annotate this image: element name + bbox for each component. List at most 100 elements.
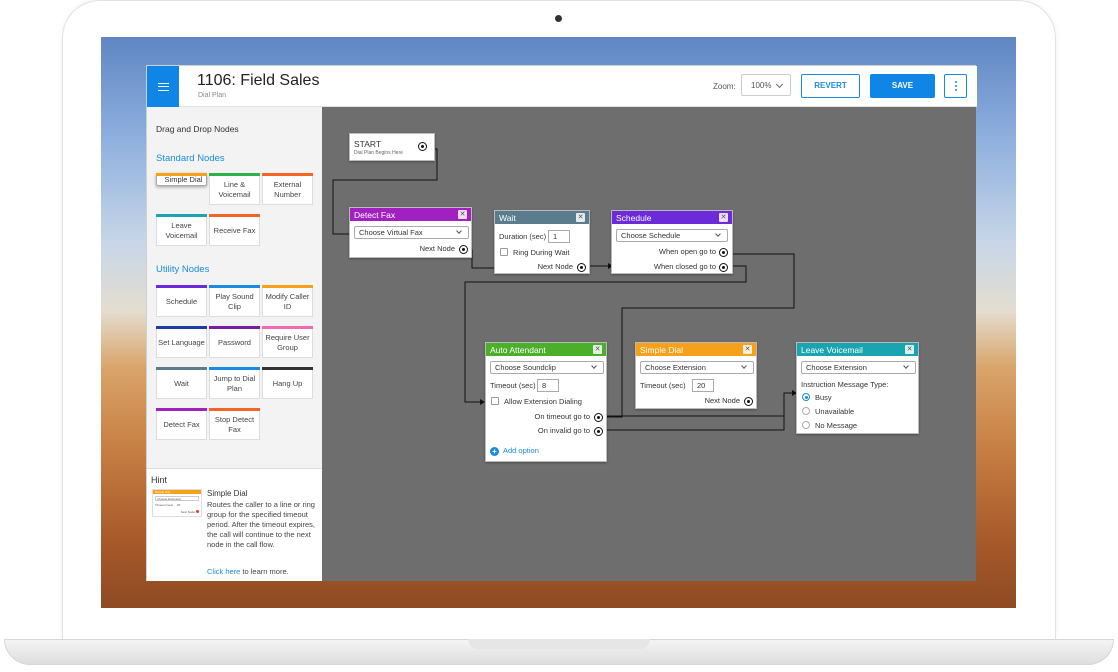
palette-tile-modify-caller-id[interactable]: Modify Caller ID	[262, 285, 313, 317]
hint-preview-timeout-value: 20	[177, 503, 181, 507]
radio-busy[interactable]	[802, 393, 810, 401]
add-option-button[interactable]: + Add option	[490, 446, 539, 456]
palette-tile-schedule[interactable]: Schedule	[156, 285, 207, 317]
close-icon[interactable]: ✕	[905, 345, 914, 354]
flow-canvas[interactable]: START Dial Plan Begins Here Detect Fax ✕ …	[322, 107, 976, 581]
radio-no-message[interactable]	[802, 421, 810, 429]
hint-description: Routes the caller to a line or ring grou…	[207, 500, 315, 549]
sd-next-label: Next Node	[704, 396, 740, 405]
wait-duration-input[interactable]: 1	[548, 230, 570, 243]
palette-tile-label: Hang Up	[272, 379, 303, 388]
palette-tile-wait[interactable]: Wait	[156, 367, 207, 399]
utility-nodes-title: Utility Nodes	[156, 264, 210, 275]
virtual-fax-select-value: Choose Virtual Fax	[359, 228, 423, 237]
aa-on-timeout-port-icon[interactable]	[594, 413, 603, 422]
chevron-down-icon	[775, 80, 784, 89]
voicemail-extension-value: Choose Extension	[806, 363, 867, 372]
start-title: START	[354, 139, 382, 149]
close-icon[interactable]: ✕	[593, 345, 602, 354]
allow-extension-dialing-checkbox[interactable]	[491, 397, 499, 405]
palette-tile-simple-dial[interactable]: Simple Dial	[156, 173, 207, 186]
sd-timeout-label: Timeout (sec)	[640, 381, 686, 390]
palette-tile-set-language[interactable]: Set Language	[156, 326, 207, 358]
palette-tile-label: Detect Fax	[163, 420, 200, 429]
instruction-type-label: Instruction Message Type:	[801, 380, 889, 389]
chevron-down-icon	[591, 363, 597, 369]
start-node[interactable]: START Dial Plan Begins Here	[349, 133, 435, 161]
more-vertical-icon	[954, 81, 957, 83]
menu-button[interactable]	[147, 66, 179, 107]
palette-tile-receive-fax[interactable]: Receive Fax	[209, 214, 260, 246]
palette-tile-label: Schedule	[165, 297, 198, 306]
radio-busy-label: Busy	[815, 393, 832, 402]
leave-voicemail-header: Leave Voicemail ✕	[797, 343, 918, 356]
zoom-value: 100%	[751, 81, 772, 90]
close-icon[interactable]: ✕	[576, 213, 585, 222]
soundclip-select[interactable]: Choose Soundclip	[490, 361, 604, 374]
ring-during-wait-checkbox[interactable]	[500, 248, 508, 256]
schedule-closed-port-icon[interactable]	[719, 263, 728, 272]
aa-timeout-input[interactable]: 8	[537, 379, 559, 392]
plus-icon: +	[490, 447, 499, 456]
allow-extension-dialing-label: Allow Extension Dialing	[504, 397, 582, 406]
hint-node-name: Simple Dial	[207, 489, 248, 498]
hint-link[interactable]: Click here	[207, 567, 240, 576]
palette-tile-leave-voicemail[interactable]: Leave Voicemail	[156, 214, 207, 246]
leave-voicemail-node[interactable]: Leave Voicemail ✕ Choose Extension Instru…	[796, 342, 919, 434]
palette-tile-require-user-group[interactable]: Require User Group	[262, 326, 313, 358]
auto-attendant-node[interactable]: Auto Attendant ✕ Choose Soundclip Timeout…	[485, 342, 607, 462]
page-subtitle: Dial Plan	[198, 92, 227, 99]
save-button[interactable]: SAVE	[870, 74, 935, 98]
hint-learn-more: Click here to learn more.	[207, 567, 289, 576]
palette-tile-stop-detect-fax[interactable]: Stop Detect Fax	[209, 408, 260, 440]
hamburger-icon	[157, 82, 169, 91]
aa-timeout-label: Timeout (sec)	[490, 381, 536, 390]
simple-dial-extension-select[interactable]: Choose Extension	[640, 361, 754, 374]
more-options-button[interactable]	[944, 74, 967, 98]
palette-tile-external-number[interactable]: External Number	[262, 173, 313, 205]
sd-timeout-input[interactable]: 20	[692, 379, 714, 392]
zoom-label: Zoom:	[713, 82, 736, 91]
palette-tile-jump-to-dial-plan[interactable]: Jump to Dial Plan	[209, 367, 260, 399]
schedule-select[interactable]: Choose Schedule	[616, 229, 728, 242]
radio-unavailable-label: Unavailable	[815, 407, 855, 416]
start-subtitle: Dial Plan Begins Here	[354, 150, 403, 156]
wait-next-port-icon[interactable]	[577, 263, 586, 272]
schedule-node[interactable]: Schedule ✕ Choose Schedule When open go t…	[611, 210, 733, 274]
detect-fax-next-port-icon[interactable]	[459, 245, 468, 254]
zoom-select[interactable]: 100%	[741, 74, 791, 96]
virtual-fax-select[interactable]: Choose Virtual Fax	[354, 226, 469, 239]
wait-node[interactable]: Wait ✕ Duration (sec) 1 Ring During Wait …	[494, 210, 590, 274]
palette-tile-label: Modify Caller ID	[265, 292, 310, 311]
detect-fax-node[interactable]: Detect Fax ✕ Choose Virtual Fax Next Node	[349, 207, 472, 258]
schedule-open-port-icon[interactable]	[719, 248, 728, 257]
schedule-select-value: Choose Schedule	[621, 231, 681, 240]
simple-dial-node[interactable]: Simple Dial ✕ Choose Extension Timeout (s…	[635, 342, 757, 409]
radio-unavailable[interactable]	[802, 407, 810, 415]
aa-on-timeout-label: On timeout go to	[534, 412, 590, 421]
soundclip-select-value: Choose Soundclip	[495, 363, 556, 372]
hint-preview-timeout: Timeout (sec)	[155, 503, 174, 507]
palette-tile-hang-up[interactable]: Hang Up	[262, 367, 313, 399]
palette-tile-label: External Number	[273, 180, 302, 199]
palette-tile-label: Receive Fax	[213, 226, 256, 235]
detect-fax-header: Detect Fax ✕	[350, 208, 471, 221]
aa-on-invalid-port-icon[interactable]	[594, 427, 603, 436]
palette-tile-password[interactable]: Password	[209, 326, 260, 358]
palette-tile-play-sound-clip[interactable]: Play Sound Clip	[209, 285, 260, 317]
hint-panel: Hint Simple Dial Choose Extension Timeou…	[147, 468, 322, 581]
close-icon[interactable]: ✕	[719, 213, 728, 222]
revert-button[interactable]: REVERT	[801, 74, 860, 98]
hint-preview-next: Next Node	[180, 510, 195, 514]
close-icon[interactable]: ✕	[743, 345, 752, 354]
start-port-icon[interactable]	[418, 142, 427, 151]
palette-tile-line-voicemail[interactable]: Line & Voicemail	[209, 173, 260, 205]
sd-next-port-icon[interactable]	[744, 397, 753, 406]
palette-tile-detect-fax[interactable]: Detect Fax	[156, 408, 207, 440]
hint-preview-header: Simple Dial	[155, 490, 171, 494]
close-icon[interactable]: ✕	[458, 210, 467, 219]
wait-duration-label: Duration (sec)	[499, 232, 547, 241]
chevron-down-icon	[715, 231, 721, 237]
wait-header: Wait ✕	[495, 211, 589, 224]
voicemail-extension-select[interactable]: Choose Extension	[801, 361, 916, 374]
